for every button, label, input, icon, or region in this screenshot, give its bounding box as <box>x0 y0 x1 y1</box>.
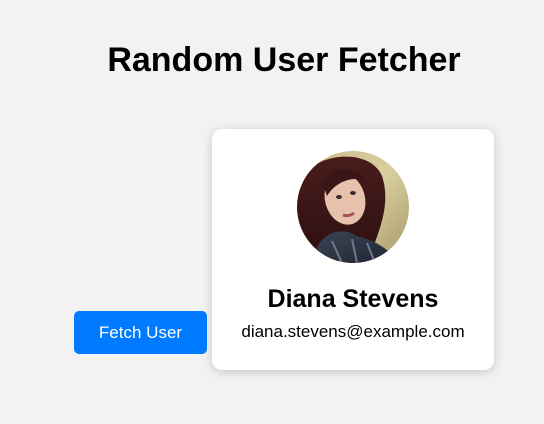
fetch-user-button[interactable]: Fetch User <box>74 311 207 354</box>
avatar <box>297 151 409 263</box>
user-photo-icon <box>297 151 409 263</box>
page-title: Random User Fetcher <box>107 41 461 79</box>
user-card: Diana Stevens diana.stevens@example.com <box>212 129 494 370</box>
user-name: Diana Stevens <box>267 285 439 313</box>
app-page: Random User Fetcher Fetch User Diana Ste… <box>0 0 544 424</box>
user-email: diana.stevens@example.com <box>241 322 465 341</box>
